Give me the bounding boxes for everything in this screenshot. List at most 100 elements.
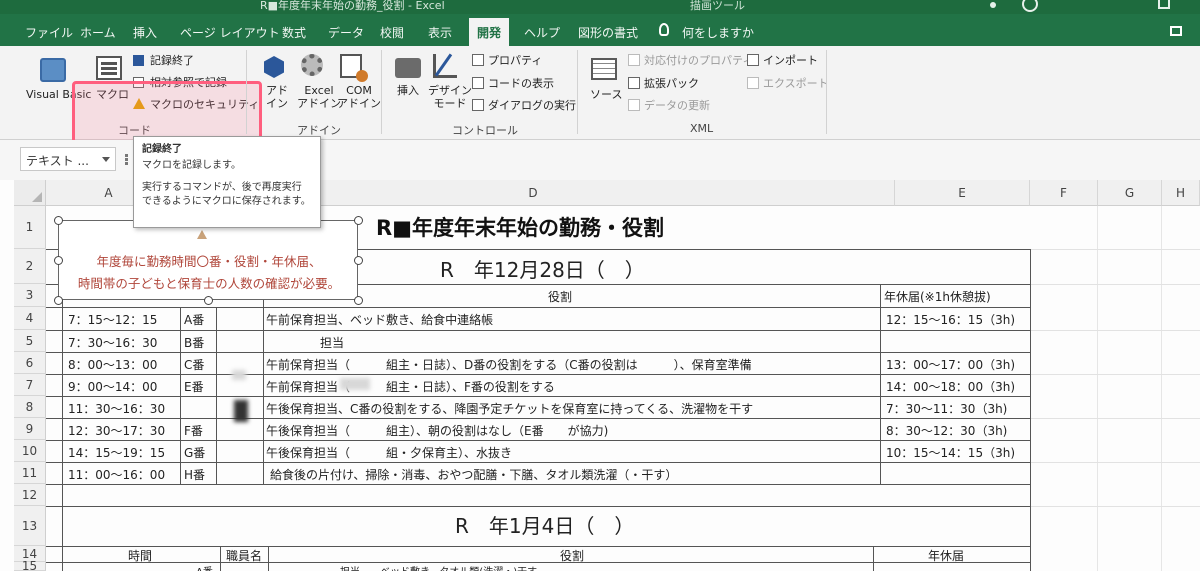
header-staff-name[interactable]: 職員名 [226, 547, 262, 564]
resize-handle[interactable] [204, 296, 213, 305]
export-button[interactable]: エクスポート [763, 75, 829, 91]
resize-handle[interactable] [54, 256, 63, 265]
visual-basic-icon[interactable] [40, 58, 66, 82]
row-header[interactable]: 8 [14, 396, 46, 418]
row-header[interactable]: 12 [14, 484, 46, 506]
run-dialog-icon[interactable] [472, 99, 484, 111]
cell-role[interactable]: …担当、…ベッド敷き、タオル類(洗濯・)干す [330, 563, 537, 571]
expansion-packs-button[interactable]: 拡張パック [644, 75, 699, 91]
cell-role[interactable]: 担当 [320, 334, 344, 351]
import-icon[interactable] [747, 54, 759, 66]
cell-leave[interactable]: 12：15～16：15（3h) [886, 311, 1015, 328]
tab-shape-format[interactable]: 図形の書式 [578, 24, 638, 41]
column-header-e[interactable]: E [895, 180, 1030, 206]
cell-role[interactable]: 給食後の片付け、掃除・消毒、おやつ配膳・下膳、タオル類洗濯（・干す） [270, 466, 677, 483]
com-add-ins-button[interactable]: COM アドイン [337, 84, 381, 110]
row-header[interactable]: 10 [14, 440, 46, 462]
row-header[interactable]: 3 [14, 284, 46, 307]
cell-leave[interactable]: 13：00～17：00（3h) [886, 356, 1015, 373]
header-annual-leave[interactable]: 年休届(※1h休憩拔) [884, 288, 991, 305]
cell-time[interactable]: 8：00～13：00 [68, 356, 157, 373]
design-mode-button[interactable]: デザイン モード [428, 84, 472, 110]
cell-leave[interactable]: 14：00～18：00（3h) [886, 378, 1015, 395]
cell-role[interactable]: 午後保育担当、C番の役割をする、降園予定チケットを保育室に持ってくる、洗濯物を干… [266, 400, 876, 417]
export-icon[interactable] [747, 77, 759, 89]
tab-developer[interactable]: 開発 [469, 18, 510, 46]
cell-time[interactable]: 14：15～19：15 [68, 444, 165, 461]
add-ins-icon[interactable] [264, 56, 284, 78]
resize-handle[interactable] [354, 256, 363, 265]
add-ins-button[interactable]: アド イン [266, 84, 288, 110]
row-header[interactable]: 11 [14, 462, 46, 484]
ribbon-display-options-icon[interactable] [1170, 26, 1182, 36]
select-all-button[interactable] [14, 180, 46, 206]
cell-shift-code[interactable]: A番 [184, 311, 204, 328]
macro-icon[interactable] [96, 56, 122, 80]
cell-shift-code[interactable]: B番 [184, 334, 204, 351]
refresh-data-button[interactable]: データの更新 [644, 97, 710, 113]
cell-shift-code[interactable]: F番 [184, 422, 203, 439]
name-box[interactable]: テキスト ... [20, 147, 116, 171]
column-header-g[interactable]: G [1098, 180, 1162, 206]
tab-data[interactable]: データ [328, 24, 364, 41]
row-header[interactable]: 9 [14, 418, 46, 440]
insert-controls-icon[interactable] [395, 58, 421, 78]
cell-shift-code[interactable]: H番 [184, 466, 205, 483]
xml-source-button[interactable]: ソース [590, 88, 622, 101]
resize-handle[interactable] [54, 296, 63, 305]
run-dialog-button[interactable]: ダイアログの実行 [488, 97, 576, 113]
view-code-button[interactable]: コードの表示 [488, 75, 554, 91]
properties-button[interactable]: プロパティ [488, 52, 542, 68]
cell-role[interactable]: 午前保育担当、ベッド敷き、給食中連絡帳 [266, 311, 493, 328]
restore-window-icon[interactable] [1158, 0, 1170, 9]
cell-role[interactable]: 午前保育担当（ 組主・日誌）、D番の役割をする（C番の役割は ）、保育室準備 [266, 356, 876, 373]
row-header[interactable]: 15 [14, 560, 46, 571]
stop-recording-button[interactable]: 記録終了 [150, 52, 194, 68]
insert-controls-button[interactable]: 挿入 [397, 84, 419, 97]
tab-file[interactable]: ファイル [25, 24, 73, 41]
row-header[interactable]: 7 [14, 374, 46, 396]
chevron-down-icon[interactable] [102, 157, 110, 162]
cell-leave[interactable]: 10：15～14：15（3h) [886, 444, 1015, 461]
tab-insert[interactable]: 挿入 [133, 24, 157, 41]
expansion-packs-icon[interactable] [628, 77, 640, 89]
column-header-h[interactable]: H [1162, 180, 1200, 206]
cell-leave[interactable]: 8：30～12：30（3h) [886, 422, 1007, 439]
view-code-icon[interactable] [472, 77, 484, 89]
design-mode-icon[interactable] [433, 54, 457, 78]
cell-role[interactable]: 午前保育担当（ 組主・日誌）、F番の役割をする [266, 378, 555, 395]
cell-time[interactable]: 7：15～12：15 [68, 311, 157, 328]
properties-icon[interactable] [472, 54, 484, 66]
tab-page-layout[interactable]: ページ レイアウト [180, 24, 280, 41]
row-header[interactable]: 4 [14, 307, 46, 330]
resize-handle[interactable] [354, 216, 363, 225]
row-header[interactable]: 13 [14, 506, 46, 546]
cell-shift-code[interactable]: G番 [184, 444, 205, 461]
cell-role[interactable]: 午後保育担当（ 組・夕保育主）、水抜き [266, 444, 512, 461]
cell-time[interactable]: 7：30～16：30 [68, 334, 157, 351]
com-add-ins-icon[interactable] [340, 54, 368, 82]
import-button[interactable]: インポート [763, 52, 818, 68]
map-properties-icon[interactable] [628, 54, 640, 66]
header-role[interactable]: 役割 [548, 288, 572, 305]
cell-role[interactable]: 午後保育担当（ 組主）、朝の役割はなし（E番 が協力) [266, 422, 608, 439]
resize-handle[interactable] [354, 296, 363, 305]
xml-source-icon[interactable] [591, 58, 617, 80]
tab-help[interactable]: ヘルプ [524, 24, 560, 41]
row-header[interactable]: 6 [14, 352, 46, 374]
column-header-f[interactable]: F [1030, 180, 1098, 206]
date-heading-2[interactable]: R 年1月4日（ ） [455, 510, 634, 539]
cell-leave[interactable]: 7：30～11：30（3h) [886, 400, 1007, 417]
row-header[interactable]: 2 [14, 249, 46, 284]
cell-time[interactable]: 9：00～14：00 [68, 378, 157, 395]
header-annual-leave-2[interactable]: 年休届 [928, 547, 964, 564]
cell-shift-code[interactable]: E番 [184, 378, 204, 395]
sheet-title[interactable]: R■年度年末年始の勤務・役割 [376, 212, 664, 242]
cell-time[interactable]: 11：30～16：30 [68, 400, 165, 417]
header-time[interactable]: 時間 [128, 547, 152, 564]
excel-add-ins-button[interactable]: Excel アドイン [297, 84, 341, 110]
row-header[interactable]: 5 [14, 330, 46, 352]
date-heading[interactable]: R 年12月28日（ ） [440, 254, 645, 283]
header-role-2[interactable]: 役割 [560, 547, 584, 564]
text-box-shape[interactable]: 年度毎に勤務時間〇番・役割・年休届、 時間帯の子どもと保育士の人数の確認が必要。 [54, 216, 363, 305]
